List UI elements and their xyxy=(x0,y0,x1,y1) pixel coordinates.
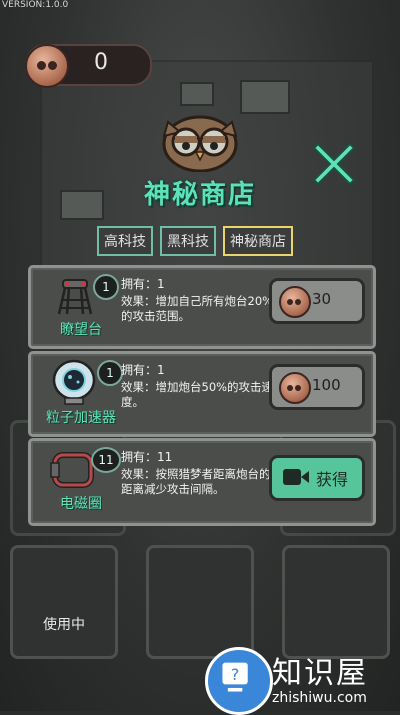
character-slot-3[interactable] xyxy=(282,545,390,659)
item-owned: 拥有：1 xyxy=(121,363,165,377)
item-name: 电磁圈 xyxy=(60,496,102,512)
tab-black-tech[interactable]: 黑科技 xyxy=(160,226,216,256)
item-count-badge: 11 xyxy=(91,447,121,473)
get-label: 获得 xyxy=(316,470,349,489)
character-slot-2[interactable] xyxy=(146,545,254,659)
currency-value: 0 xyxy=(94,50,108,75)
close-icon[interactable] xyxy=(310,140,358,188)
watermark-logo: ? xyxy=(205,647,273,715)
item-owned: 拥有：1 xyxy=(121,277,165,291)
coin-icon xyxy=(279,372,311,404)
shop-item-electromagnetic-ring: 11 电磁圈 拥有：11 效果：按照猎梦者距离炮台的距离减少攻击间隔。 获得 xyxy=(28,438,376,526)
shop-item-watchtower: 1 瞭望台 拥有：1 效果：增加自己所有炮台20%的攻击范围。 30 xyxy=(28,265,376,349)
shop-item-particle-accelerator: 1 粒子加速器 拥有：1 效果：增加炮台50%的攻击速度。 100 xyxy=(28,351,376,437)
background-window xyxy=(240,80,290,114)
item-count-badge: 1 xyxy=(93,274,119,300)
svg-text:?: ? xyxy=(231,665,240,684)
electromagnetic-ring-icon xyxy=(50,452,94,488)
video-icon xyxy=(283,469,309,485)
in-use-label: 使用中 xyxy=(43,617,85,633)
watermark-subtext: zhishiwu.com xyxy=(272,690,367,706)
background-window xyxy=(180,82,214,106)
item-effect: 效果：按照猎梦者距离炮台的距离减少攻击间隔。 xyxy=(121,467,271,496)
shop-tabs: 高科技 黑科技 神秘商店 xyxy=(97,226,293,256)
character-row: 使用中 xyxy=(10,545,390,659)
item-name: 粒子加速器 xyxy=(46,410,116,426)
price-label: 30 xyxy=(312,290,332,308)
item-owned: 拥有：11 xyxy=(121,450,173,464)
watermark-text: 知识屋 xyxy=(272,656,368,691)
item-count-badge: 1 xyxy=(97,360,123,386)
item-name: 瞭望台 xyxy=(60,322,102,338)
particle-accelerator-icon xyxy=(52,359,96,405)
price-label: 100 xyxy=(312,376,341,394)
coin-icon xyxy=(279,286,311,318)
watch-video-get-button[interactable]: 获得 xyxy=(269,455,365,501)
watchtower-icon xyxy=(57,279,93,315)
owl-icon xyxy=(162,115,238,172)
question-monitor-icon: ? xyxy=(222,662,248,692)
buy-button-particle-accelerator[interactable]: 100 xyxy=(269,364,365,410)
tab-mystery-shop[interactable]: 神秘商店 xyxy=(223,226,293,256)
character-slot-1[interactable]: 使用中 xyxy=(10,545,118,659)
coin-icon xyxy=(25,44,69,88)
item-effect: 效果：增加自己所有炮台20%的攻击范围。 xyxy=(121,294,274,323)
version-label: VERSION:1.0.0 xyxy=(2,0,69,10)
buy-button-watchtower[interactable]: 30 xyxy=(269,278,365,324)
tab-high-tech[interactable]: 高科技 xyxy=(97,226,153,256)
item-effect: 效果：增加炮台50%的攻击速度。 xyxy=(121,380,274,409)
